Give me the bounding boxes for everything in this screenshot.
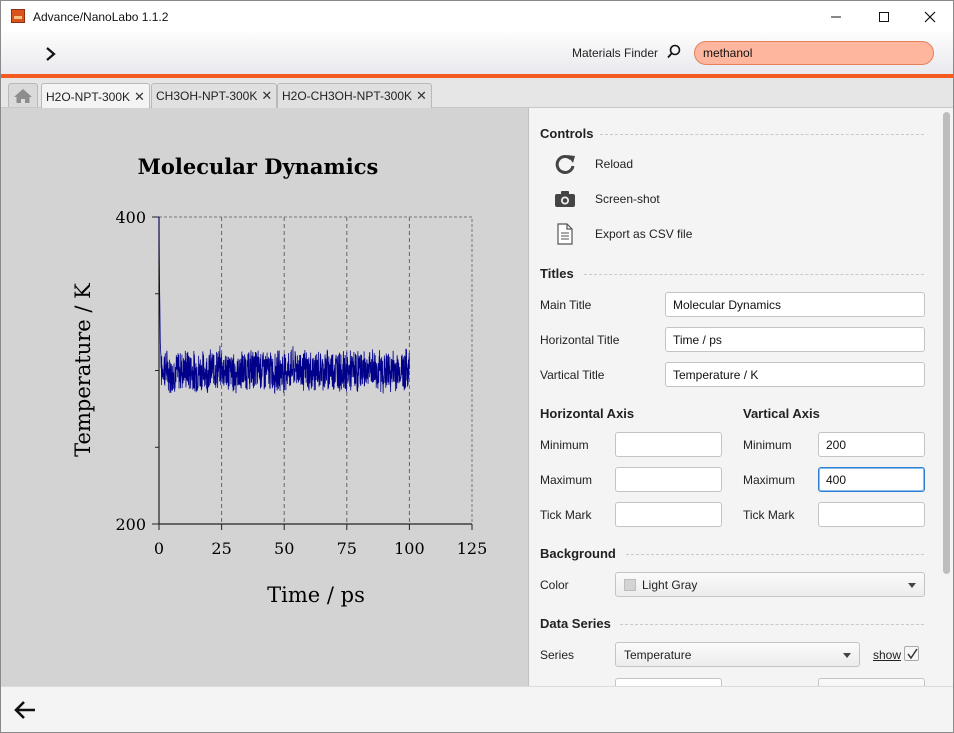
chart-area: Molecular Dynamics 0 25 50 75 100 125 200 400 T… [1, 108, 529, 686]
data-series-heading: Data Series [540, 616, 611, 631]
series-label: Series [540, 648, 575, 662]
x-tick-label: 125 [457, 539, 488, 558]
tab-close-icon[interactable]: ✕ [134, 89, 145, 105]
series-color-input[interactable] [615, 678, 722, 686]
h-maximum-label: Maximum [540, 473, 593, 487]
background-heading: Background [540, 546, 616, 561]
x-tick-label: 100 [394, 539, 425, 558]
h-maximum-input[interactable] [615, 467, 722, 492]
h-minimum-input[interactable] [615, 432, 722, 457]
panel-scrollbar[interactable] [940, 108, 953, 686]
bottom-bar [1, 686, 953, 732]
section-divider [584, 274, 924, 275]
vertical-title-input[interactable] [665, 362, 925, 387]
h-tickmark-label: Tick Mark [540, 508, 592, 522]
home-tab[interactable] [8, 83, 38, 107]
tab-label: H2O-CH3OH-NPT-300K [282, 89, 413, 103]
v-minimum-input[interactable] [818, 432, 925, 457]
titles-heading: Titles [540, 266, 574, 281]
scrollbar-thumb[interactable] [943, 112, 950, 574]
series-value: Temperature [624, 647, 692, 662]
vertical-axis-heading: Vartical Axis [743, 406, 820, 421]
close-window-button[interactable] [907, 1, 953, 32]
section-divider [626, 554, 924, 555]
y-axis-title: Temperature / K [71, 283, 95, 457]
section-divider [620, 624, 924, 625]
x-tick-label: 0 [154, 539, 164, 558]
v-minimum-label: Minimum [743, 438, 792, 452]
toolbar: Materials Finder [1, 32, 953, 74]
camera-icon [555, 191, 575, 207]
show-series-link[interactable]: show [873, 648, 901, 662]
y-tick-label: 400 [115, 208, 146, 227]
reload-icon [555, 154, 575, 174]
h-tickmark-input[interactable] [615, 502, 722, 527]
v-maximum-label: Maximum [743, 473, 796, 487]
v-maximum-input[interactable] [818, 467, 925, 492]
minimize-icon [831, 16, 841, 17]
document-icon [557, 223, 573, 245]
v-tickmark-label: Tick Mark [743, 508, 795, 522]
background-color-select[interactable]: Light Gray [615, 572, 925, 597]
main-title-input[interactable] [665, 292, 925, 317]
search-icon[interactable] [665, 43, 683, 61]
h-minimum-label: Minimum [540, 438, 589, 452]
series-select[interactable]: Temperature [615, 642, 860, 667]
horizontal-axis-heading: Horizontal Axis [540, 406, 635, 421]
vertical-title-label: Vartical Title [540, 368, 605, 382]
chart-settings-panel: Controls Reload Screen-shot Export as CS… [530, 108, 940, 686]
x-tick-label: 75 [337, 539, 357, 558]
tab-close-icon[interactable]: ✕ [261, 88, 272, 104]
reload-label: Reload [595, 157, 634, 171]
forward-button[interactable] [37, 41, 63, 67]
v-tickmark-input[interactable] [818, 502, 925, 527]
checkmark-icon [906, 648, 918, 659]
horizontal-title-input[interactable] [665, 327, 925, 352]
chevron-down-icon [843, 653, 851, 658]
line-chart: Molecular Dynamics 0 25 50 75 100 125 200 400 T… [71, 154, 488, 607]
home-icon [14, 88, 32, 103]
main-title-label: Main Title [540, 298, 592, 312]
maximize-icon [879, 11, 889, 22]
background-color-value: Light Gray [642, 577, 698, 592]
screenshot-label: Screen-shot [595, 192, 660, 206]
controls-heading: Controls [540, 126, 594, 141]
color-swatch [624, 578, 636, 591]
section-divider [600, 134, 924, 135]
app-logo-icon [11, 9, 25, 23]
chevron-down-icon [908, 583, 916, 588]
show-series-checkbox[interactable] [904, 646, 919, 661]
tab-close-icon[interactable]: ✕ [416, 88, 427, 104]
maximize-button[interactable] [861, 1, 907, 32]
window-title: Advance/NanoLabo 1.1.2 [33, 10, 169, 24]
chevron-right-icon [46, 47, 56, 61]
title-bar: Advance/NanoLabo 1.1.2 [1, 1, 953, 32]
x-axis-title: Time / ps [267, 583, 365, 607]
x-tick-label: 50 [274, 539, 294, 558]
export-csv-button[interactable]: Export as CSV file [554, 223, 692, 245]
screenshot-button[interactable]: Screen-shot [554, 188, 660, 210]
chart-title: Molecular Dynamics [138, 154, 379, 179]
arrow-left-icon [14, 701, 35, 719]
materials-search-input[interactable] [694, 41, 934, 65]
x-tick-label: 25 [211, 539, 231, 558]
horizontal-title-label: Horizontal Title [540, 333, 620, 347]
materials-finder-label: Materials Finder [572, 46, 659, 60]
app-window: Advance/NanoLabo 1.1.2 Materials Finder … [0, 0, 954, 733]
tab-ch3oh-npt-300k[interactable]: CH3OH-NPT-300K ✕ [151, 83, 278, 108]
tab-bar: H2O-NPT-300K ✕ CH3OH-NPT-300K ✕ H2O-CH3O… [1, 78, 953, 109]
minimize-button[interactable] [813, 1, 859, 32]
export-csv-label: Export as CSV file [595, 227, 693, 241]
line-width-input[interactable] [818, 678, 925, 686]
tab-h2o-npt-300k[interactable]: H2O-NPT-300K ✕ [41, 83, 150, 109]
background-color-label: Color [540, 578, 569, 592]
tab-label: H2O-NPT-300K [46, 89, 131, 104]
tab-h2o-ch3oh-npt-300k[interactable]: H2O-CH3OH-NPT-300K ✕ [277, 83, 432, 108]
y-tick-label: 200 [115, 515, 146, 534]
back-button[interactable] [11, 697, 39, 723]
reload-button[interactable]: Reload [554, 153, 633, 175]
close-icon [924, 11, 936, 22]
tab-label: CH3OH-NPT-300K [156, 89, 258, 103]
